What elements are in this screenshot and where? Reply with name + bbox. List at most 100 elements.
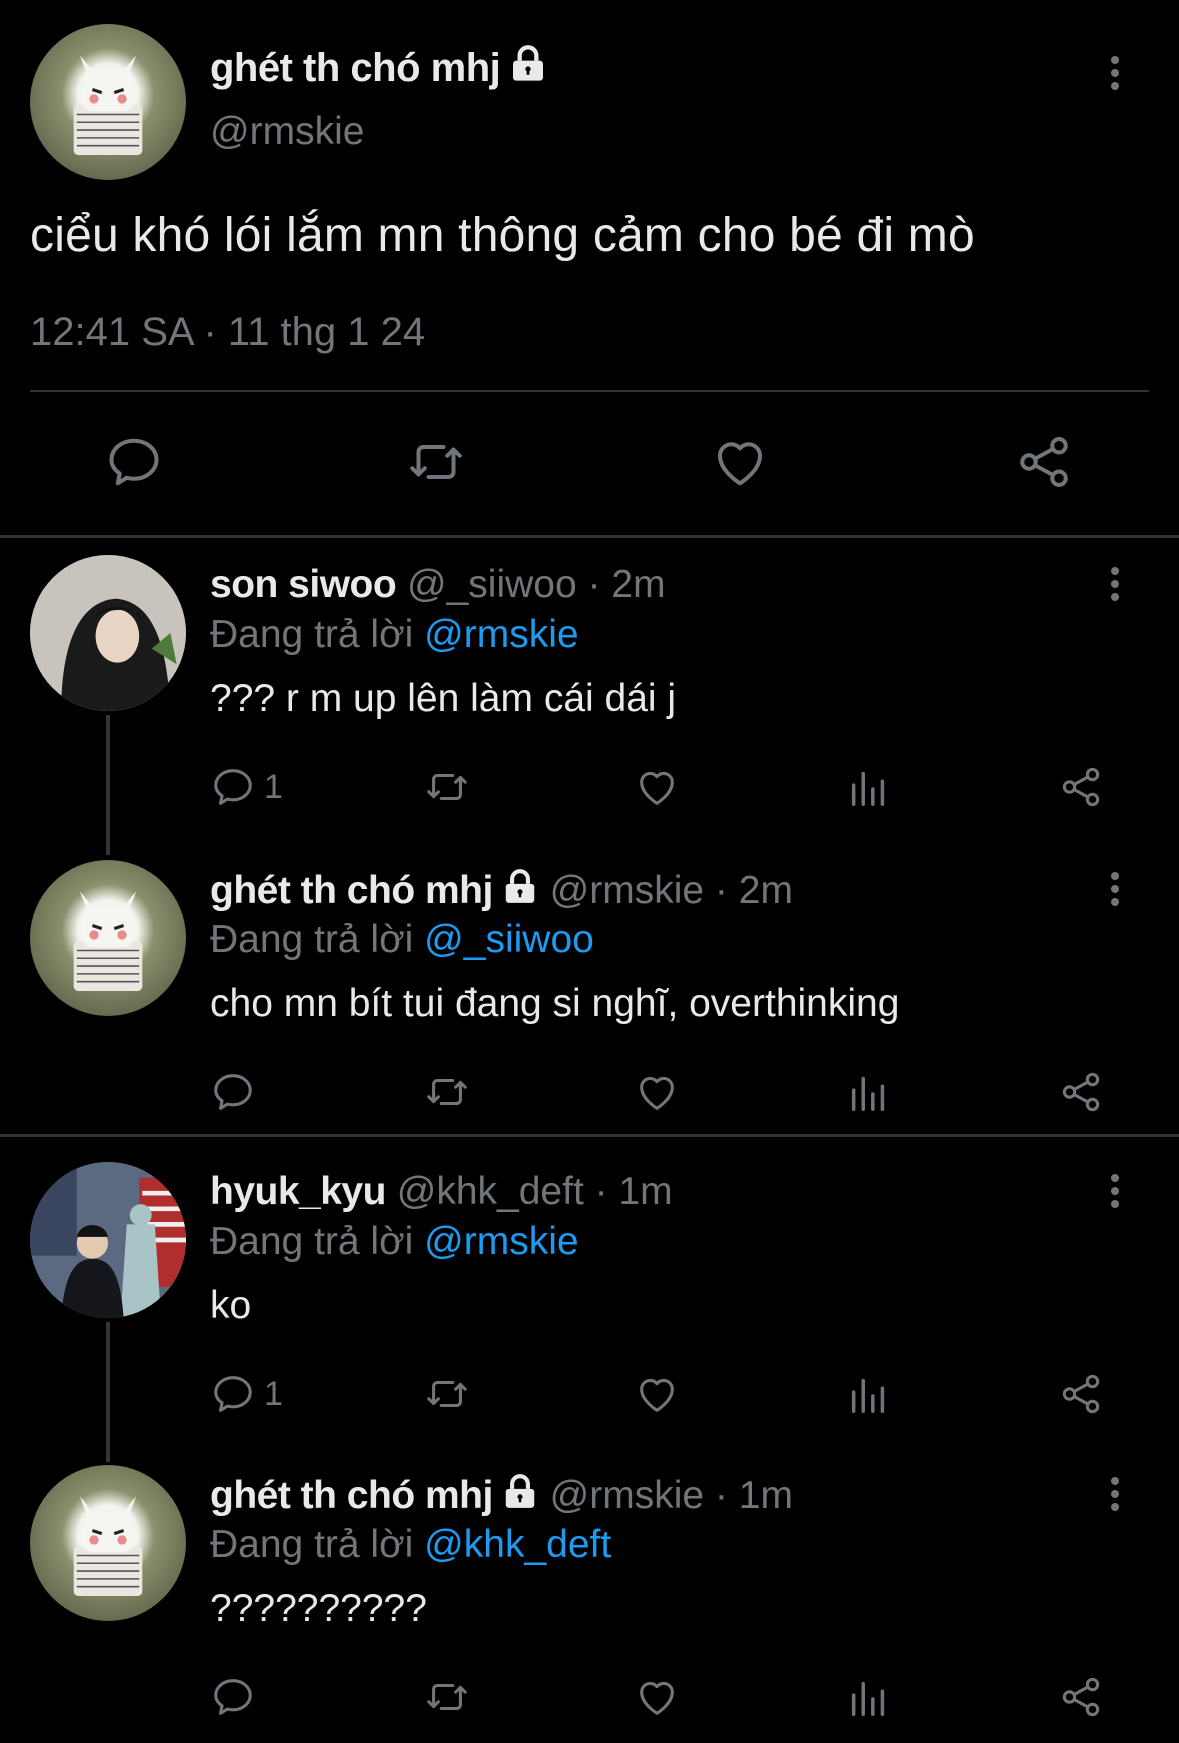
user-photo-street (30, 1162, 186, 1318)
separator-dot: · (714, 1474, 728, 1517)
replying-label: Đang trả lời (210, 1523, 414, 1566)
reply-text: ko (210, 1284, 252, 1327)
reply-actions: 1 (0, 763, 1179, 813)
divider (0, 1134, 1179, 1137)
reply-header: son siwoo @_siiwoo · 2m (210, 563, 666, 607)
share-icon[interactable] (1058, 763, 1104, 811)
reply-count: 1 (264, 1374, 283, 1413)
like-icon[interactable] (634, 1068, 680, 1116)
views-icon[interactable] (846, 1673, 892, 1721)
more-options-icon[interactable] (1109, 567, 1121, 607)
avatar[interactable] (30, 24, 186, 180)
handle[interactable]: @rmskie (210, 110, 364, 154)
reply-item[interactable]: ghét th chó mhj @rmskie · 1m Đang trả lờ… (0, 1465, 1179, 1743)
more-options-icon[interactable] (1109, 1477, 1121, 1517)
reply-button[interactable] (210, 1068, 264, 1116)
reply-icon (214, 1679, 252, 1715)
views-icon[interactable] (846, 763, 892, 811)
separator-dot: · (594, 1170, 608, 1213)
display-name[interactable]: ghét th chó mhj (210, 44, 548, 91)
reply-item[interactable]: ghét th chó mhj @rmskie · 2m Đang trả lờ… (0, 860, 1179, 1130)
mention-link[interactable]: @rmskie (424, 1220, 578, 1263)
retweet-icon[interactable] (424, 1673, 470, 1721)
avatar[interactable] (30, 860, 186, 1016)
handle[interactable]: @rmskie (550, 1474, 704, 1517)
lock-icon (505, 1474, 535, 1508)
reply-actions: 1 (0, 1370, 1179, 1420)
reply-icon (214, 769, 252, 805)
like-icon[interactable] (634, 1370, 680, 1418)
mention-link[interactable]: @_siiwoo (424, 918, 594, 961)
separator-dot: · (714, 869, 728, 912)
mention-link[interactable]: @rmskie (424, 613, 578, 656)
reply-header: ghét th chó mhj @rmskie · 1m (210, 1473, 793, 1518)
like-icon[interactable] (710, 432, 770, 492)
more-options-icon[interactable] (1109, 1174, 1121, 1214)
share-icon[interactable] (1058, 1068, 1104, 1116)
handle[interactable]: @rmskie (550, 869, 704, 912)
mention-link[interactable]: @khk_deft (424, 1523, 611, 1566)
replying-to: Đang trả lời @rmskie (210, 1220, 579, 1264)
replying-to: Đang trả lời @_siiwoo (210, 918, 594, 962)
retweet-icon[interactable] (424, 1068, 470, 1116)
display-name[interactable]: son siwoo (210, 563, 397, 606)
cat-avatar-image (73, 55, 143, 156)
views-icon[interactable] (846, 1370, 892, 1418)
reply-actions (0, 1068, 1179, 1118)
reply-text: ??? r m up lên làm cái dái j (210, 677, 677, 720)
display-name[interactable]: ghét th chó mhj (210, 1474, 493, 1517)
reply-actions (0, 1673, 1179, 1723)
like-icon[interactable] (634, 763, 680, 811)
reply-count: 1 (264, 767, 283, 806)
divider (30, 390, 1149, 392)
user-photo-hoodie (30, 555, 186, 711)
avatar[interactable] (30, 1465, 186, 1621)
replying-label: Đang trả lời (210, 1220, 414, 1263)
more-options-icon[interactable] (1109, 56, 1121, 96)
handle[interactable]: @khk_deft (397, 1170, 584, 1213)
avatar[interactable] (30, 555, 186, 711)
handle[interactable]: @_siiwoo (407, 563, 577, 606)
reply-icon (214, 1376, 252, 1412)
display-name[interactable]: ghét th chó mhj (210, 869, 493, 912)
display-name[interactable]: hyuk_kyu (210, 1170, 386, 1213)
reply-time: 2m (738, 869, 793, 912)
reply-icon[interactable] (104, 432, 164, 492)
reply-header: ghét th chó mhj @rmskie · 2m (210, 868, 793, 913)
share-icon[interactable] (1058, 1370, 1104, 1418)
tweet-thread-page: ghét th chó mhj @rmskie ciểu khó lói lắm… (0, 0, 1179, 1743)
views-icon[interactable] (846, 1068, 892, 1116)
replying-to: Đang trả lời @khk_deft (210, 1523, 611, 1567)
reply-button[interactable]: 1 (210, 763, 283, 811)
retweet-icon[interactable] (424, 763, 470, 811)
display-name-text[interactable]: ghét th chó mhj (210, 46, 501, 90)
reply-text: cho mn bít tui đang si nghĩ, overthinkin… (210, 982, 900, 1025)
reply-time: 1m (738, 1474, 793, 1517)
tweet-timestamp: 12:41 SA · 11 thg 1 24 (30, 310, 426, 354)
lock-icon (513, 45, 544, 81)
divider (0, 535, 1179, 538)
share-icon[interactable] (1014, 432, 1074, 492)
reply-icon (214, 1074, 252, 1110)
lock-icon (505, 869, 535, 903)
replying-label: Đang trả lời (210, 918, 414, 961)
retweet-icon[interactable] (406, 432, 466, 492)
reply-item[interactable]: son siwoo @_siiwoo · 2m Đang trả lời @rm… (0, 555, 1179, 855)
cat-avatar-image (73, 891, 143, 992)
reply-time: 1m (618, 1170, 673, 1213)
reply-button[interactable] (210, 1673, 264, 1721)
main-tweet: ghét th chó mhj @rmskie ciểu khó lói lắm… (0, 0, 1179, 535)
cat-avatar-image (73, 1496, 143, 1597)
share-icon[interactable] (1058, 1673, 1104, 1721)
retweet-icon[interactable] (424, 1370, 470, 1418)
replying-to: Đang trả lời @rmskie (210, 613, 579, 657)
reply-item[interactable]: hyuk_kyu @khk_deft · 1m Đang trả lời @rm… (0, 1162, 1179, 1462)
like-icon[interactable] (634, 1673, 680, 1721)
reply-button[interactable]: 1 (210, 1370, 283, 1418)
avatar[interactable] (30, 1162, 186, 1318)
more-options-icon[interactable] (1109, 872, 1121, 912)
tweet-text: ciểu khó lói lắm mn thông cảm cho bé đi … (30, 209, 975, 262)
reply-header: hyuk_kyu @khk_deft · 1m (210, 1170, 673, 1214)
reply-text: ?????????? (210, 1587, 427, 1630)
replying-label: Đang trả lời (210, 613, 414, 656)
